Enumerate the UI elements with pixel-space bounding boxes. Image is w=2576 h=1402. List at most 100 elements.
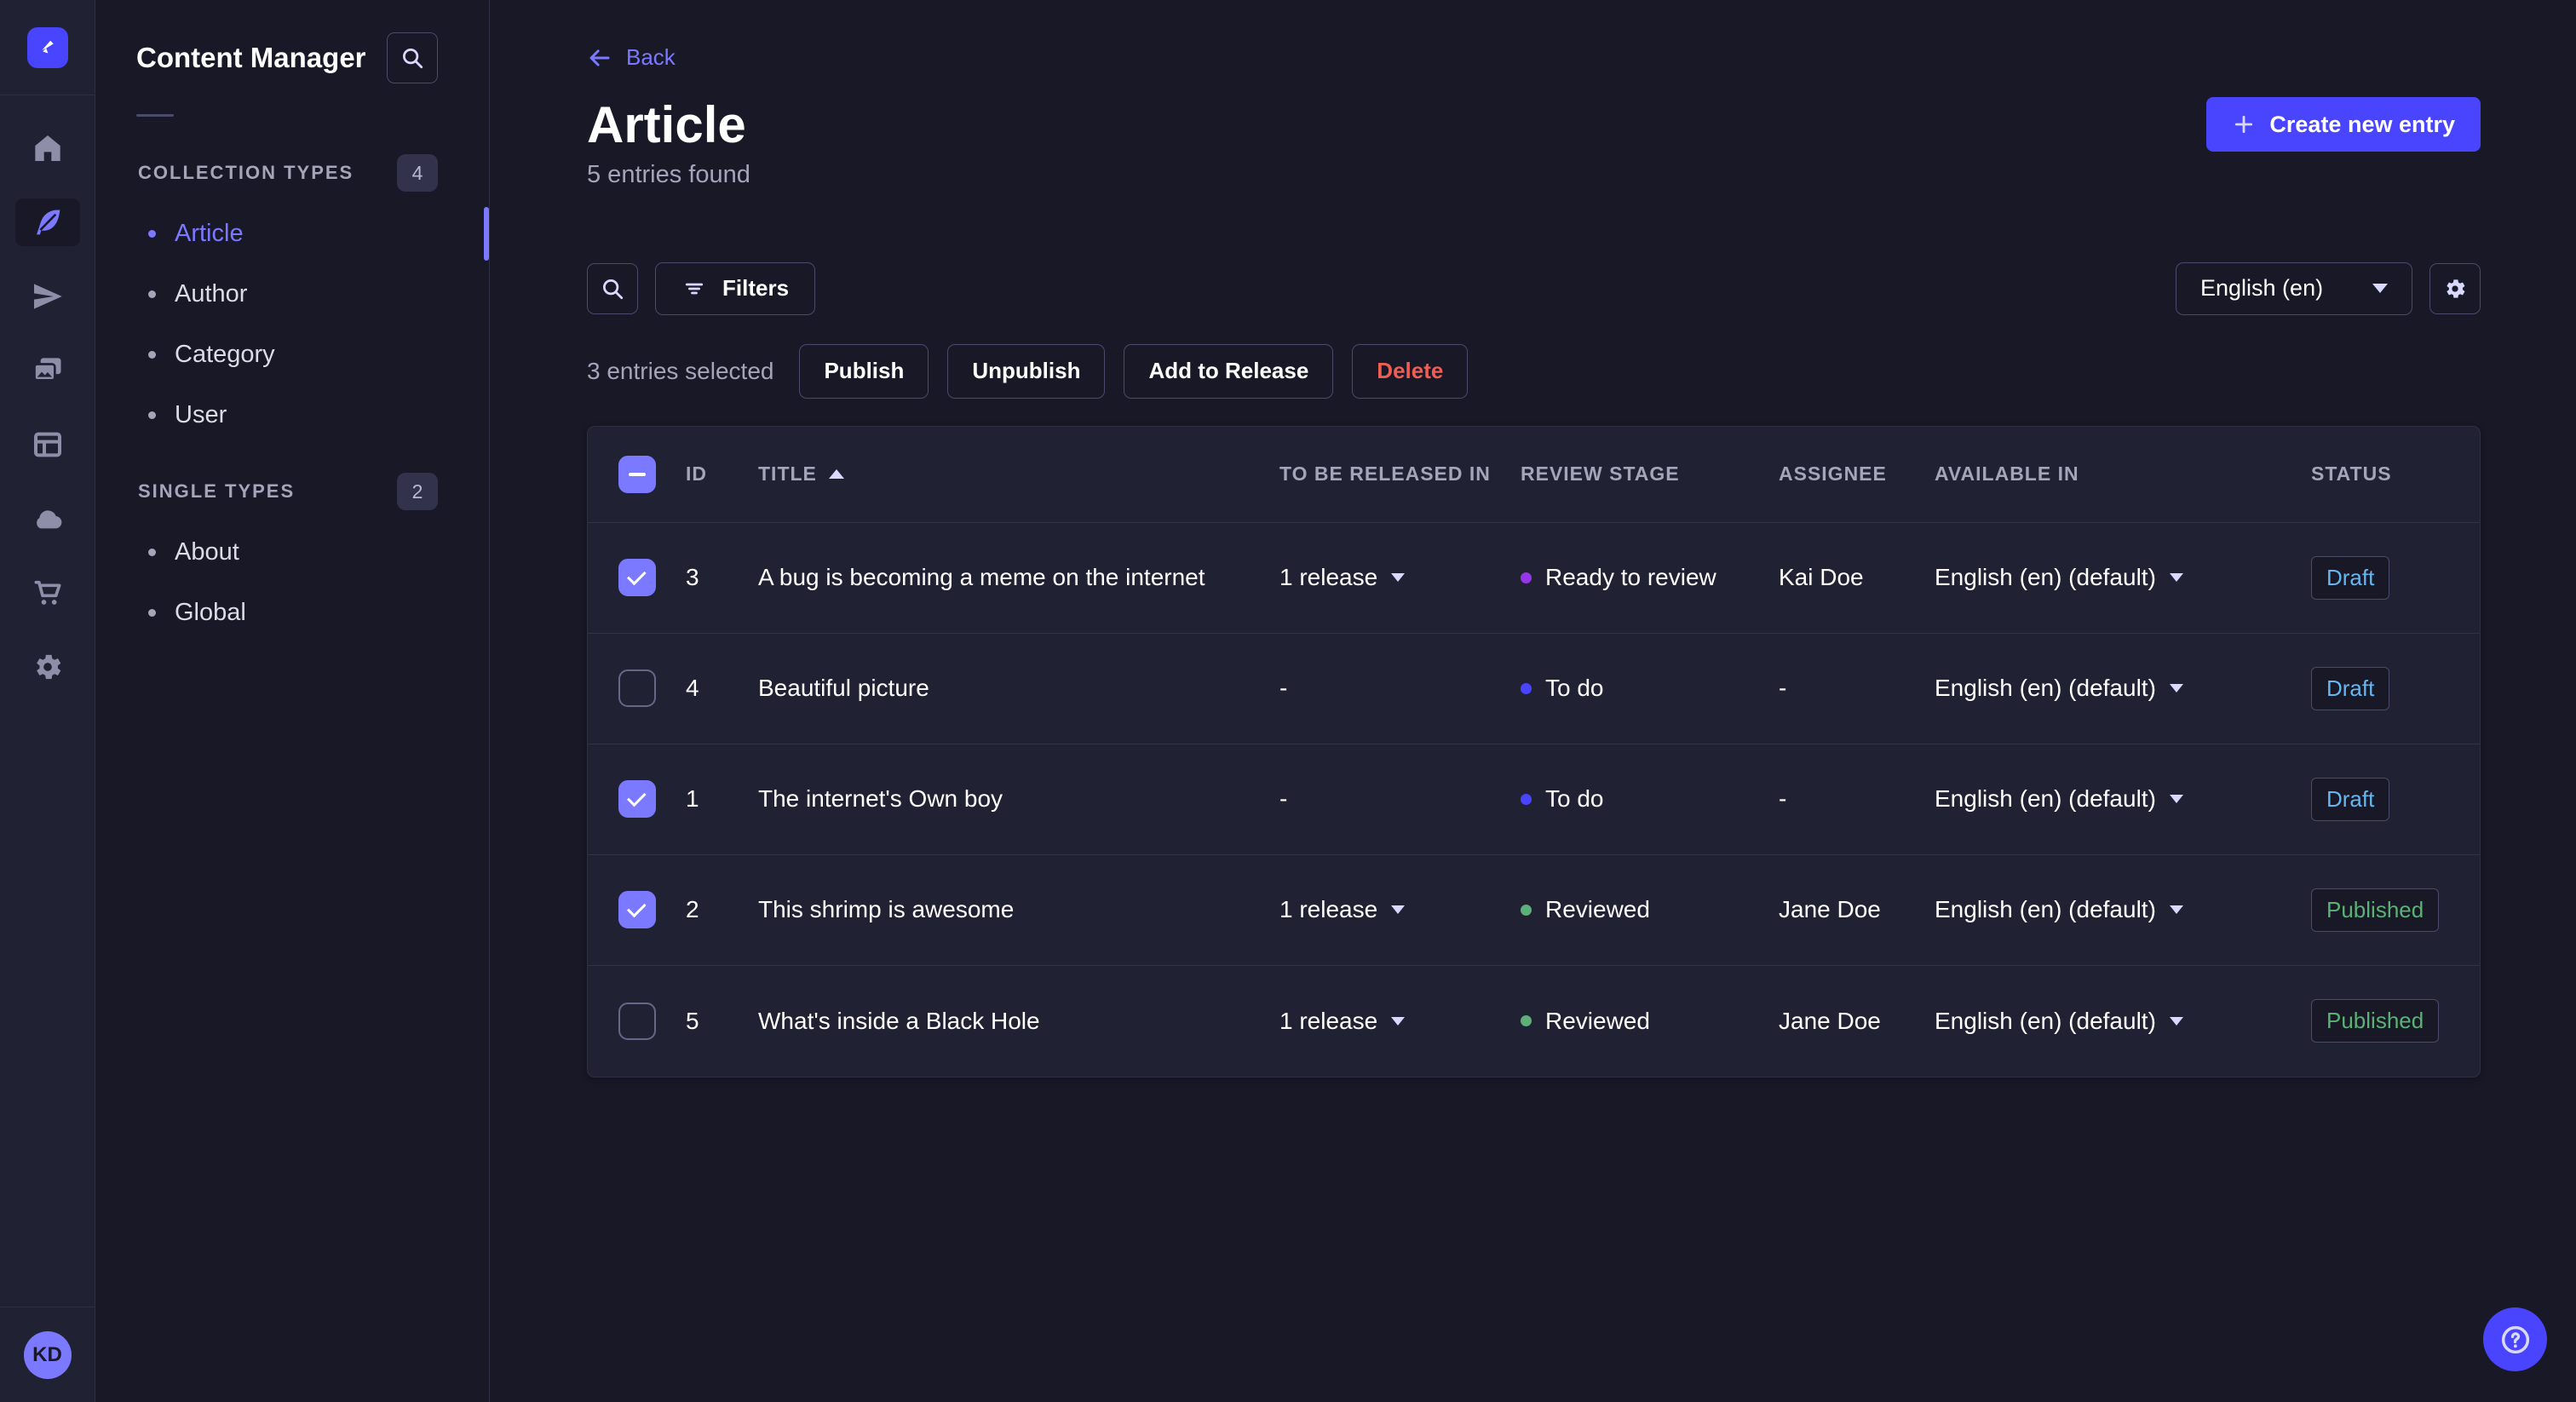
nav-deploy[interactable] bbox=[15, 495, 80, 543]
column-id[interactable]: ID bbox=[686, 463, 758, 486]
nav-settings[interactable] bbox=[15, 643, 80, 691]
nav-content-type-builder[interactable] bbox=[15, 421, 80, 468]
release-value[interactable]: 1 release bbox=[1279, 1008, 1377, 1035]
bullet-icon bbox=[148, 411, 156, 419]
home-icon bbox=[34, 135, 60, 161]
chevron-down-icon[interactable] bbox=[2169, 795, 2183, 803]
row-checkbox[interactable] bbox=[618, 780, 656, 818]
help-button[interactable] bbox=[2483, 1307, 2547, 1371]
chevron-down-icon[interactable] bbox=[2169, 905, 2183, 914]
sidebar-item-label: User bbox=[175, 401, 227, 428]
media-icon bbox=[32, 358, 60, 382]
row-checkbox[interactable] bbox=[618, 1002, 656, 1040]
nav-marketplace[interactable] bbox=[15, 569, 80, 617]
locale-select[interactable]: English (en) bbox=[2176, 261, 2412, 315]
cell-release: - bbox=[1279, 785, 1521, 813]
column-status[interactable]: STATUS bbox=[2311, 463, 2480, 486]
available-value[interactable]: English (en) (default) bbox=[1935, 785, 2156, 813]
status-badge: Draft bbox=[2311, 555, 2390, 600]
sidebar-item-label: Category bbox=[175, 341, 275, 368]
select-all-checkbox[interactable] bbox=[618, 455, 656, 493]
release-value[interactable]: 1 release bbox=[1279, 896, 1377, 923]
table-row[interactable]: 1 The internet's Own boy - To do - Engli… bbox=[588, 744, 2480, 855]
nav-media-library[interactable] bbox=[15, 347, 80, 394]
publish-button[interactable]: Publish bbox=[799, 343, 929, 399]
content-manager-subnav: Content Manager COLLECTION TYPES 4 Article… bbox=[95, 0, 490, 1402]
strapi-logo[interactable] bbox=[26, 26, 68, 68]
release-value[interactable]: - bbox=[1279, 675, 1287, 702]
bullet-icon bbox=[148, 230, 156, 238]
filters-button[interactable]: Filters bbox=[655, 261, 816, 315]
delete-button[interactable]: Delete bbox=[1352, 343, 1469, 399]
chevron-down-icon[interactable] bbox=[2169, 1016, 2183, 1026]
avatar[interactable]: KD bbox=[23, 1330, 72, 1379]
status-badge: Draft bbox=[2311, 666, 2390, 710]
nav-home[interactable] bbox=[15, 124, 80, 172]
cell-assignee: - bbox=[1779, 785, 1787, 812]
table-body: 3 A bug is becoming a meme on the intern… bbox=[588, 523, 2480, 1077]
sidebar-item-article[interactable]: Article bbox=[95, 204, 489, 264]
available-value[interactable]: English (en) (default) bbox=[1935, 1008, 2156, 1035]
sidebar-item-global[interactable]: Global bbox=[95, 583, 489, 643]
sidebar-item-about[interactable]: About bbox=[95, 522, 489, 583]
section-count-badge[interactable]: 2 bbox=[397, 473, 438, 510]
sidebar-item-label: Article bbox=[175, 220, 244, 247]
rail-bottom: KD bbox=[0, 1307, 95, 1402]
cloud-icon bbox=[36, 510, 61, 529]
unpublish-button[interactable]: Unpublish bbox=[947, 343, 1106, 399]
cell-id: 3 bbox=[686, 564, 699, 590]
main-nav-rail: KD bbox=[0, 0, 95, 1402]
create-new-entry-button[interactable]: Create new entry bbox=[2206, 97, 2481, 152]
column-available-in[interactable]: AVAILABLE IN bbox=[1935, 463, 2311, 486]
chevron-down-icon[interactable] bbox=[1391, 905, 1406, 914]
column-title[interactable]: TITLE bbox=[758, 463, 1279, 486]
chevron-down-icon[interactable] bbox=[2169, 573, 2183, 582]
section-label: SINGLE TYPES bbox=[138, 480, 296, 502]
bullet-icon bbox=[148, 549, 156, 556]
row-checkbox[interactable] bbox=[618, 669, 656, 707]
table-row[interactable]: 5 What's inside a Black Hole 1 release R… bbox=[588, 966, 2480, 1077]
row-checkbox[interactable] bbox=[618, 891, 656, 928]
available-value[interactable]: English (en) (default) bbox=[1935, 675, 2156, 702]
cell-release: - bbox=[1279, 675, 1521, 702]
cell-release: 1 release bbox=[1279, 564, 1521, 591]
chevron-down-icon bbox=[2372, 284, 2388, 293]
column-review-stage[interactable]: REVIEW STAGE bbox=[1521, 463, 1779, 486]
row-checkbox[interactable] bbox=[618, 559, 656, 596]
filter-icon bbox=[685, 283, 704, 294]
filters-label: Filters bbox=[722, 275, 790, 301]
table-search-button[interactable] bbox=[587, 262, 638, 314]
table-row[interactable]: 2 This shrimp is awesome 1 release Revie… bbox=[588, 855, 2480, 966]
search-icon bbox=[403, 49, 423, 69]
locale-value: English (en) bbox=[2200, 275, 2324, 301]
chevron-down-icon[interactable] bbox=[1391, 1016, 1406, 1026]
sidebar-item-author[interactable]: Author bbox=[95, 264, 489, 325]
nav-releases[interactable] bbox=[15, 273, 80, 320]
chevron-down-icon[interactable] bbox=[2169, 684, 2183, 692]
status-badge: Published bbox=[2311, 888, 2440, 932]
column-to-be-released-in[interactable]: TO BE RELEASED IN bbox=[1279, 463, 1521, 486]
status-badge: Draft bbox=[2311, 777, 2390, 821]
back-link[interactable]: Back bbox=[587, 44, 676, 71]
section-count-badge[interactable]: 4 bbox=[397, 154, 438, 192]
view-settings-button[interactable] bbox=[2429, 262, 2481, 314]
cell-assignee: - bbox=[1779, 675, 1787, 701]
chevron-down-icon[interactable] bbox=[1391, 573, 1406, 582]
sidebar-item-user[interactable]: User bbox=[95, 385, 489, 445]
cell-status: Draft bbox=[2311, 555, 2480, 600]
cell-id: 1 bbox=[686, 785, 699, 812]
sidebar-search-button[interactable] bbox=[387, 32, 438, 83]
release-value[interactable]: 1 release bbox=[1279, 564, 1377, 591]
stage-dot bbox=[1521, 572, 1532, 583]
available-value[interactable]: English (en) (default) bbox=[1935, 896, 2156, 923]
sidebar-item-category[interactable]: Category bbox=[95, 325, 489, 385]
add-to-release-button[interactable]: Add to Release bbox=[1124, 343, 1334, 399]
table-row[interactable]: 4 Beautiful picture - To do - English (e… bbox=[588, 634, 2480, 744]
table-row[interactable]: 3 A bug is becoming a meme on the intern… bbox=[588, 523, 2480, 634]
available-value[interactable]: English (en) (default) bbox=[1935, 564, 2156, 591]
nav-content-manager[interactable] bbox=[14, 198, 80, 246]
create-new-entry-label: Create new entry bbox=[2269, 111, 2455, 137]
cell-available-in: English (en) (default) bbox=[1935, 1008, 2311, 1035]
column-assignee[interactable]: ASSIGNEE bbox=[1779, 463, 1935, 486]
release-value[interactable]: - bbox=[1279, 785, 1287, 813]
